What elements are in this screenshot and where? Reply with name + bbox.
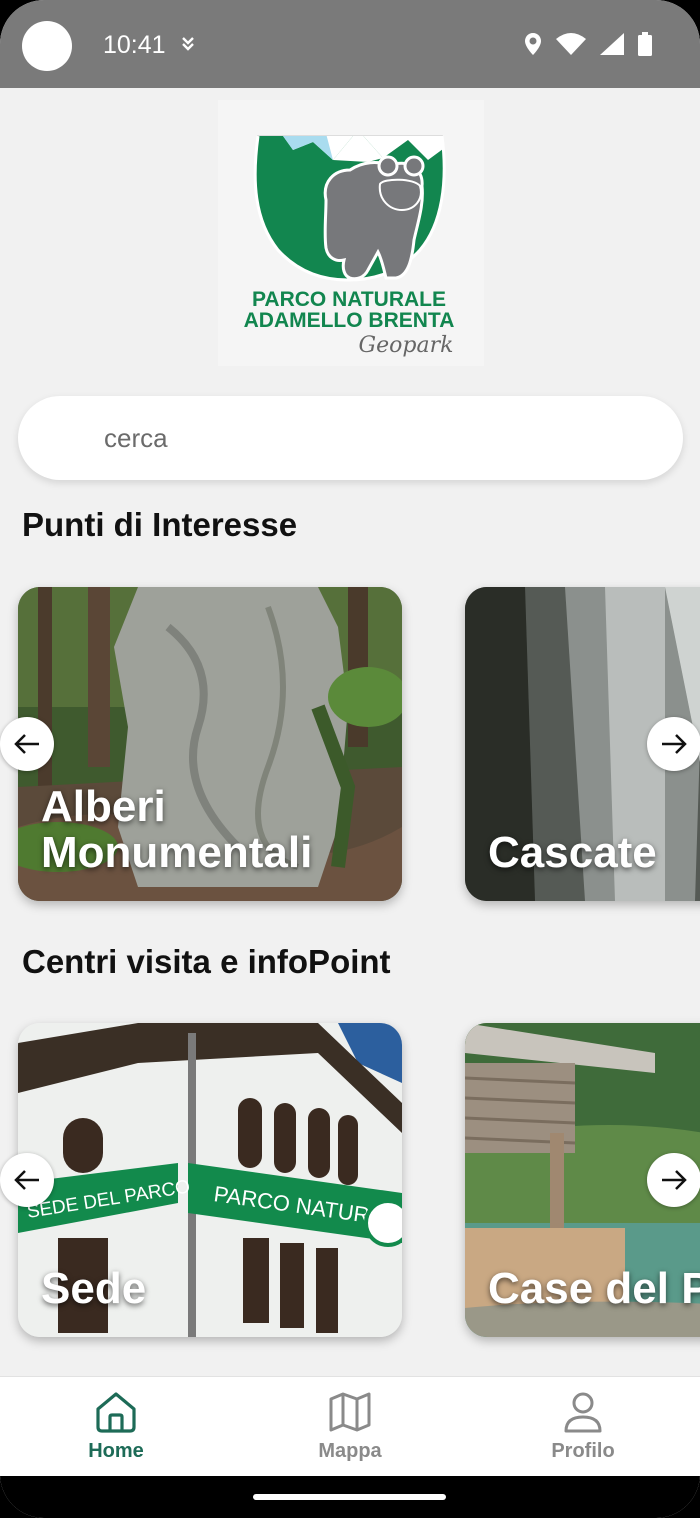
nav-item-profilo[interactable]: Profilo bbox=[518, 1391, 648, 1463]
card-label: Alberi Monumentali bbox=[41, 781, 313, 878]
battery-icon bbox=[638, 32, 652, 56]
carousel-prev-button-1[interactable] bbox=[0, 717, 54, 771]
nav-item-home[interactable]: Home bbox=[51, 1391, 181, 1463]
arrow-left-icon bbox=[14, 1170, 39, 1190]
carousel-prev-button-2[interactable] bbox=[0, 1153, 54, 1207]
phone-screen: 10:41 PARCO NATURALE ADAMELLO BRENTA Geo… bbox=[0, 0, 700, 1518]
card-sede[interactable]: SEDE DEL PARCO PARCO NATURALE Sede bbox=[18, 1023, 402, 1337]
status-time: 10:41 bbox=[103, 31, 166, 59]
map-icon bbox=[329, 1392, 371, 1432]
nav-item-mappa[interactable]: Mappa bbox=[285, 1391, 415, 1463]
search-bar[interactable] bbox=[18, 396, 683, 480]
nav-label-profilo: Profilo bbox=[551, 1440, 615, 1462]
bottom-nav: Home Mappa Profilo bbox=[0, 1376, 700, 1476]
home-icon bbox=[96, 1392, 136, 1433]
gesture-area bbox=[0, 1476, 700, 1518]
park-logo: PARCO NATURALE ADAMELLO BRENTA Geopark bbox=[218, 100, 484, 366]
logo-text-line1: PARCO NATURALE bbox=[252, 288, 446, 311]
arrow-right-icon bbox=[662, 1170, 687, 1190]
status-bar: 10:41 bbox=[0, 0, 700, 88]
section-title-centri-visita: Centri visita e infoPoint bbox=[22, 943, 391, 980]
card-label: Case del P bbox=[488, 1264, 700, 1314]
carousel-next-button-1[interactable] bbox=[647, 717, 700, 771]
signal-icon bbox=[600, 33, 624, 55]
search-input[interactable] bbox=[104, 416, 604, 460]
nav-label-home: Home bbox=[88, 1440, 144, 1462]
card-label-line2: Monumentali bbox=[41, 828, 313, 878]
nav-label-mappa: Mappa bbox=[318, 1440, 382, 1462]
home-gesture-bar[interactable] bbox=[253, 1494, 446, 1500]
location-icon bbox=[525, 33, 541, 55]
section-title-punti-interesse: Punti di Interesse bbox=[22, 506, 298, 543]
park-logo-graphic: PARCO NATURALE ADAMELLO BRENTA Geopark bbox=[244, 135, 455, 358]
logo-text-line3: Geopark bbox=[359, 333, 454, 358]
carousel-next-button-2[interactable] bbox=[647, 1153, 700, 1207]
wifi-icon bbox=[556, 33, 586, 55]
card-label: Cascate bbox=[488, 828, 657, 878]
card-alberi-monumentali[interactable]: Alberi Monumentali bbox=[18, 587, 402, 901]
card-label-line1: Alberi bbox=[41, 781, 166, 831]
camera-cutout bbox=[22, 21, 72, 71]
profile-icon bbox=[564, 1392, 602, 1433]
arrow-right-icon bbox=[662, 734, 687, 754]
logo-text-line2: ADAMELLO BRENTA bbox=[244, 309, 455, 332]
arrow-left-icon bbox=[14, 734, 39, 754]
card-label: Sede bbox=[41, 1264, 147, 1314]
download-icon bbox=[182, 37, 194, 51]
